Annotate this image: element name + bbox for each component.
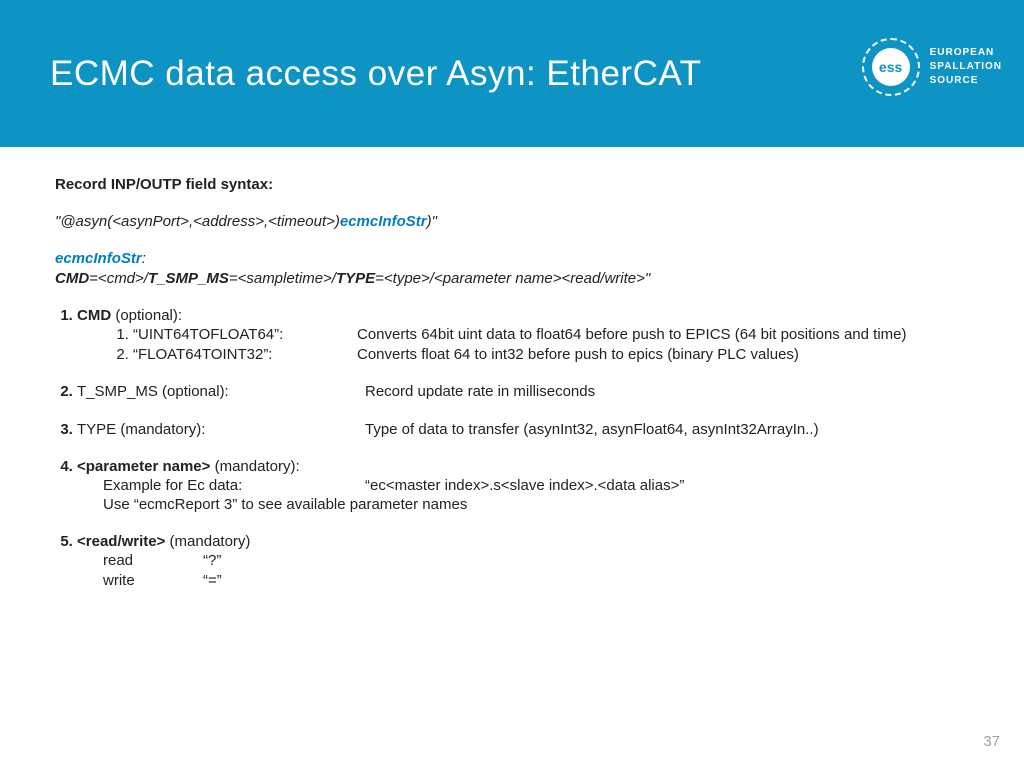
- param-hint: Use “ecmcReport 3” to see available para…: [103, 495, 969, 514]
- example-label: Example for Ec data:: [103, 476, 365, 495]
- item-note: (optional):: [111, 307, 182, 324]
- slide-header: ECMC data access over Asyn: EtherCAT ess…: [0, 0, 1024, 147]
- sublist-item: “FLOAT64TOINT32”: Converts float 64 to i…: [133, 345, 969, 364]
- org-line: EUROPEAN: [930, 46, 1002, 60]
- item-note: (mandatory):: [210, 458, 299, 475]
- syntax-suffix: )": [427, 213, 437, 230]
- list-item-tsmpms: T_SMP_MS (optional): Record update rate …: [77, 382, 969, 401]
- parameter-list: CMD (optional): “UINT64TOFLOAT64”: Conve…: [55, 306, 969, 590]
- syntax-prefix: "@asyn(<asynPort>,<address>,<timeout>): [55, 213, 340, 230]
- syntax-line: "@asyn(<asynPort>,<address>,<timeout>)ec…: [55, 212, 969, 231]
- cmd-sublist: “UINT64TOFLOAT64”: Converts 64bit uint d…: [77, 325, 969, 364]
- item-note: (mandatory): [165, 533, 250, 550]
- item-name: CMD: [77, 307, 111, 324]
- item-desc: Record update rate in milliseconds: [365, 382, 595, 401]
- item-name: TYPE: [77, 421, 116, 438]
- sub-desc: Converts float 64 to int32 before push t…: [357, 345, 799, 364]
- def-part: =<sampletime>/: [229, 270, 336, 287]
- org-line: SOURCE: [930, 74, 1002, 88]
- list-item-readwrite: <read/write> (mandatory) read “?” write …: [77, 532, 969, 590]
- sub-label: “FLOAT64TOINT32”:: [133, 345, 357, 364]
- def-part: TYPE: [336, 270, 375, 287]
- sublist-item: “UINT64TOFLOAT64”: Converts 64bit uint d…: [133, 325, 969, 344]
- slide-content: Record INP/OUTP field syntax: "@asyn(<as…: [0, 147, 1024, 590]
- logo-block: ess EUROPEAN SPALLATION SOURCE: [862, 38, 1002, 96]
- slide-title: ECMC data access over Asyn: EtherCAT: [0, 54, 701, 94]
- def-part: T_SMP_MS: [148, 270, 229, 287]
- def-part: CMD: [55, 270, 89, 287]
- definition-line: CMD=<cmd>/T_SMP_MS=<sampletime>/TYPE=<ty…: [55, 269, 969, 288]
- list-item-paramname: <parameter name> (mandatory): Example fo…: [77, 457, 969, 515]
- def-part: =<cmd>/: [89, 270, 148, 287]
- def-part: =<type>/<parameter name><read/write>": [375, 270, 650, 287]
- rw-value: “=”: [203, 571, 222, 590]
- item-desc: Type of data to transfer (asynInt32, asy…: [365, 420, 819, 439]
- section-heading: Record INP/OUTP field syntax:: [55, 175, 969, 194]
- item-note: (mandatory):: [116, 421, 205, 438]
- info-heading-row: ecmcInfoStr:: [55, 249, 969, 268]
- item-note: (optional):: [158, 383, 229, 400]
- org-line: SPALLATION: [930, 60, 1002, 74]
- rw-label: read: [103, 551, 203, 570]
- sub-desc: Converts 64bit uint data to float64 befo…: [357, 325, 907, 344]
- readwrite-block: read “?” write “=”: [77, 551, 969, 589]
- info-colon: :: [142, 250, 146, 267]
- item-name: T_SMP_MS: [77, 383, 158, 400]
- param-example-block: Example for Ec data: “ec<master index>.s…: [77, 476, 969, 514]
- syntax-info: ecmcInfoStr: [340, 213, 427, 230]
- logo-icon: ess: [862, 38, 920, 96]
- logo-text: ess: [872, 48, 910, 86]
- page-number: 37: [983, 733, 1000, 750]
- sub-label: “UINT64TOFLOAT64”:: [133, 325, 357, 344]
- info-heading: ecmcInfoStr: [55, 250, 142, 267]
- list-item-cmd: CMD (optional): “UINT64TOFLOAT64”: Conve…: [77, 306, 969, 365]
- org-name: EUROPEAN SPALLATION SOURCE: [930, 46, 1002, 88]
- example-value: “ec<master index>.s<slave index>.<data a…: [365, 476, 684, 495]
- item-name: <parameter name>: [77, 458, 210, 475]
- rw-label: write: [103, 571, 203, 590]
- list-item-type: TYPE (mandatory): Type of data to transf…: [77, 420, 969, 439]
- item-name: <read/write>: [77, 533, 165, 550]
- rw-value: “?”: [203, 551, 221, 570]
